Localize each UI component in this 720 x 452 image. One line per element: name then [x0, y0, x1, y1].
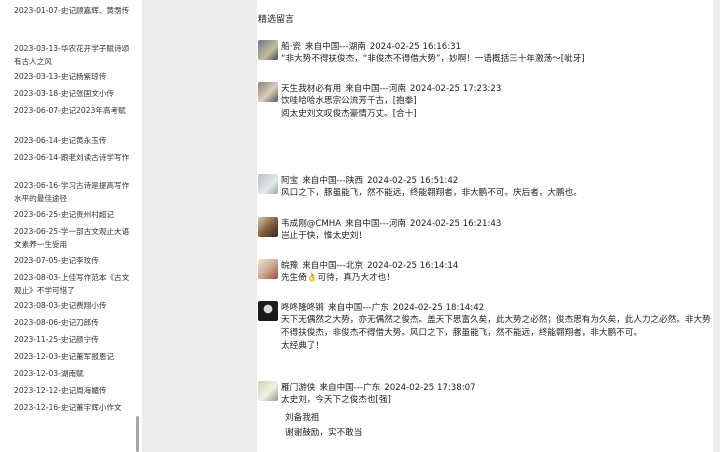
comment-time: 2024-02-25 16:51:42 — [367, 176, 459, 186]
sidebar: 2023-01-07-史记顾嘉辉、黄霑传 2023-03-13-华农花开学子赋诗… — [0, 0, 142, 452]
sidebar-item[interactable]: 2023-12-03-湖南赋 — [14, 365, 142, 382]
commenter-name[interactable]: 咚咚隆咚锵 — [281, 303, 324, 313]
comment-header: 雁门游侠 来自中国---广东 2024-02-25 17:38:07 — [281, 381, 476, 393]
comment-header: 韦成刚@CMHA 来自中国---河南 2024-02-25 16:21:43 — [281, 217, 501, 229]
comment-time: 2024-02-25 16:21:43 — [410, 219, 502, 229]
commenter-name[interactable]: 韦成刚@CMHA — [281, 219, 341, 229]
reply-author: 刘备我祖 — [285, 413, 320, 423]
sidebar-scrollbar[interactable] — [136, 416, 139, 452]
reply-text: 谢谢鼓励，实不敢当 — [285, 428, 363, 438]
comment-body: 风口之下，豚虽能飞，然不能远，终能翱翔者，非大鹏不可。庆后者，大鹏也。 — [281, 188, 582, 198]
content-gutter — [142, 0, 257, 452]
comment-time: 2024-02-25 17:23:23 — [410, 84, 502, 94]
commenter-name[interactable]: 雁门游侠 — [281, 383, 315, 393]
sidebar-item[interactable]: 2023-03-18-史记张国文小传 — [14, 85, 142, 102]
sidebar-item[interactable]: 2023-06-14-史记黄永玉传 — [14, 132, 142, 149]
comment-header: 皖豫 来自中国---北京 2024-02-25 16:14:14 — [281, 259, 458, 271]
comment-time: 2024-02-25 17:38:07 — [384, 383, 476, 393]
comment-time: 2024-02-25 18:14:42 — [392, 303, 485, 313]
comment-body: 岂止于快，惟太史刘！ — [281, 231, 367, 241]
sidebar-item[interactable]: 2023-06-14-跟老刘读古诗学写作 — [14, 149, 142, 177]
commenter-location: 来自中国---广东 — [319, 383, 381, 393]
author-reply: 刘备我祖 谢谢鼓励，实不敢当 — [285, 411, 705, 441]
sidebar-item[interactable]: 2023-08-03-史记费翔小传 — [14, 297, 142, 314]
avatar — [258, 174, 278, 194]
comment-time: 2024-02-25 16:16:31 — [369, 42, 462, 52]
sidebar-item[interactable]: 2023-12-12-史记周海媚传 — [14, 382, 142, 399]
comment-body: 太史刘，今天下之俊杰也[强] — [281, 395, 391, 405]
sidebar-item[interactable]: 2023-03-13-史记杨紫琼传 — [14, 68, 142, 85]
sidebar-item[interactable]: 2023-06-25-史记贵州村超记 — [14, 206, 142, 223]
sidebar-item[interactable]: 2023-03-13-华农花开学子赋诗颂有古人之风 — [14, 40, 142, 68]
right-margin — [713, 0, 720, 452]
avatar — [258, 217, 278, 237]
commenter-location: 来自中国---河南 — [345, 219, 407, 229]
commenter-name[interactable]: 天生我材必有用 — [281, 84, 341, 94]
comment-body: 饮哇哈哈水思宗公流芳千古，[抱拳] 阅太史刘文叹俊杰豪情万丈。[合十] — [281, 96, 417, 119]
commenter-location: 来自中国---广东 — [327, 303, 389, 313]
commenter-location: 来自中国---北京 — [302, 261, 364, 271]
comment-header: 天生我材必有用 来自中国---河南 2024-02-25 17:23:23 — [281, 82, 501, 94]
sidebar-item[interactable]: 2023-06-25-学一部古文观止大语文素养一生受用 — [14, 223, 142, 252]
commenter-location: 来自中国---陕西 — [302, 176, 364, 186]
comment-body: “非大势不得扶俊杰，“非俊杰不得借大势”，妙啊！一语概括三十年激荡～[呲牙] — [281, 54, 585, 64]
avatar — [258, 40, 278, 60]
sidebar-item[interactable]: 2023-12-03-史记董军报恩记 — [14, 348, 142, 365]
sidebar-item[interactable]: 2023-08-03-上佳写作范本《古文观止》不学可惜了 — [14, 269, 142, 297]
comment-header: 咚咚隆咚锵 来自中国---广东 2024-02-25 18:14:42 — [281, 301, 484, 313]
comment-body: 先生倚👌可待，真乃大才也！ — [281, 273, 395, 283]
commenter-name[interactable]: 船·瓷 — [281, 42, 301, 52]
commenter-name[interactable]: 阿宝 — [281, 176, 298, 186]
avatar — [258, 259, 278, 279]
avatar — [258, 82, 278, 102]
sidebar-item[interactable]: 2023-01-07-史记顾嘉辉、黄霑传 — [14, 2, 142, 40]
sidebar-item[interactable]: 2023-11-25-史记颜宁传 — [14, 331, 142, 348]
sidebar-item[interactable]: 2023-06-16-学习古诗是提高写作水平的最佳途径 — [14, 177, 142, 206]
commenter-name[interactable]: 皖豫 — [281, 261, 298, 271]
comment-header: 阿宝 来自中国---陕西 2024-02-25 16:51:42 — [281, 174, 458, 186]
comment-header: 船·瓷 来自中国---湖南 2024-02-25 16:16:31 — [281, 40, 461, 52]
commenter-location: 来自中国---湖南 — [304, 42, 366, 52]
page-title: 精选留言 — [258, 15, 295, 25]
article-list: 2023-01-07-史记顾嘉辉、黄霑传 2023-03-13-华农花开学子赋诗… — [0, 2, 142, 427]
commenter-location: 来自中国---河南 — [345, 84, 407, 94]
avatar — [258, 301, 278, 321]
sidebar-item[interactable]: 2023-08-06-史记刀郎传 — [14, 314, 142, 331]
sidebar-item[interactable]: 2023-07-05-史记李玟传 — [14, 252, 142, 269]
comment-body: 天下无偶然之大势，亦无偶然之俊杰。盖天下思富久矣，此大势之必然；俊杰思有为久矣，… — [281, 315, 711, 351]
avatar — [258, 381, 278, 401]
sidebar-item[interactable]: 2023-12-16-史记董宇辉小作文 — [14, 399, 142, 427]
comments-panel: 精选留言 船·瓷 来自中国---湖南 2024-02-25 16:16:31 “非大… — [257, 0, 713, 452]
sidebar-item[interactable]: 2023-06-07-史记2023年高考赋 — [14, 102, 142, 132]
comment-time: 2024-02-25 16:14:14 — [367, 261, 459, 271]
